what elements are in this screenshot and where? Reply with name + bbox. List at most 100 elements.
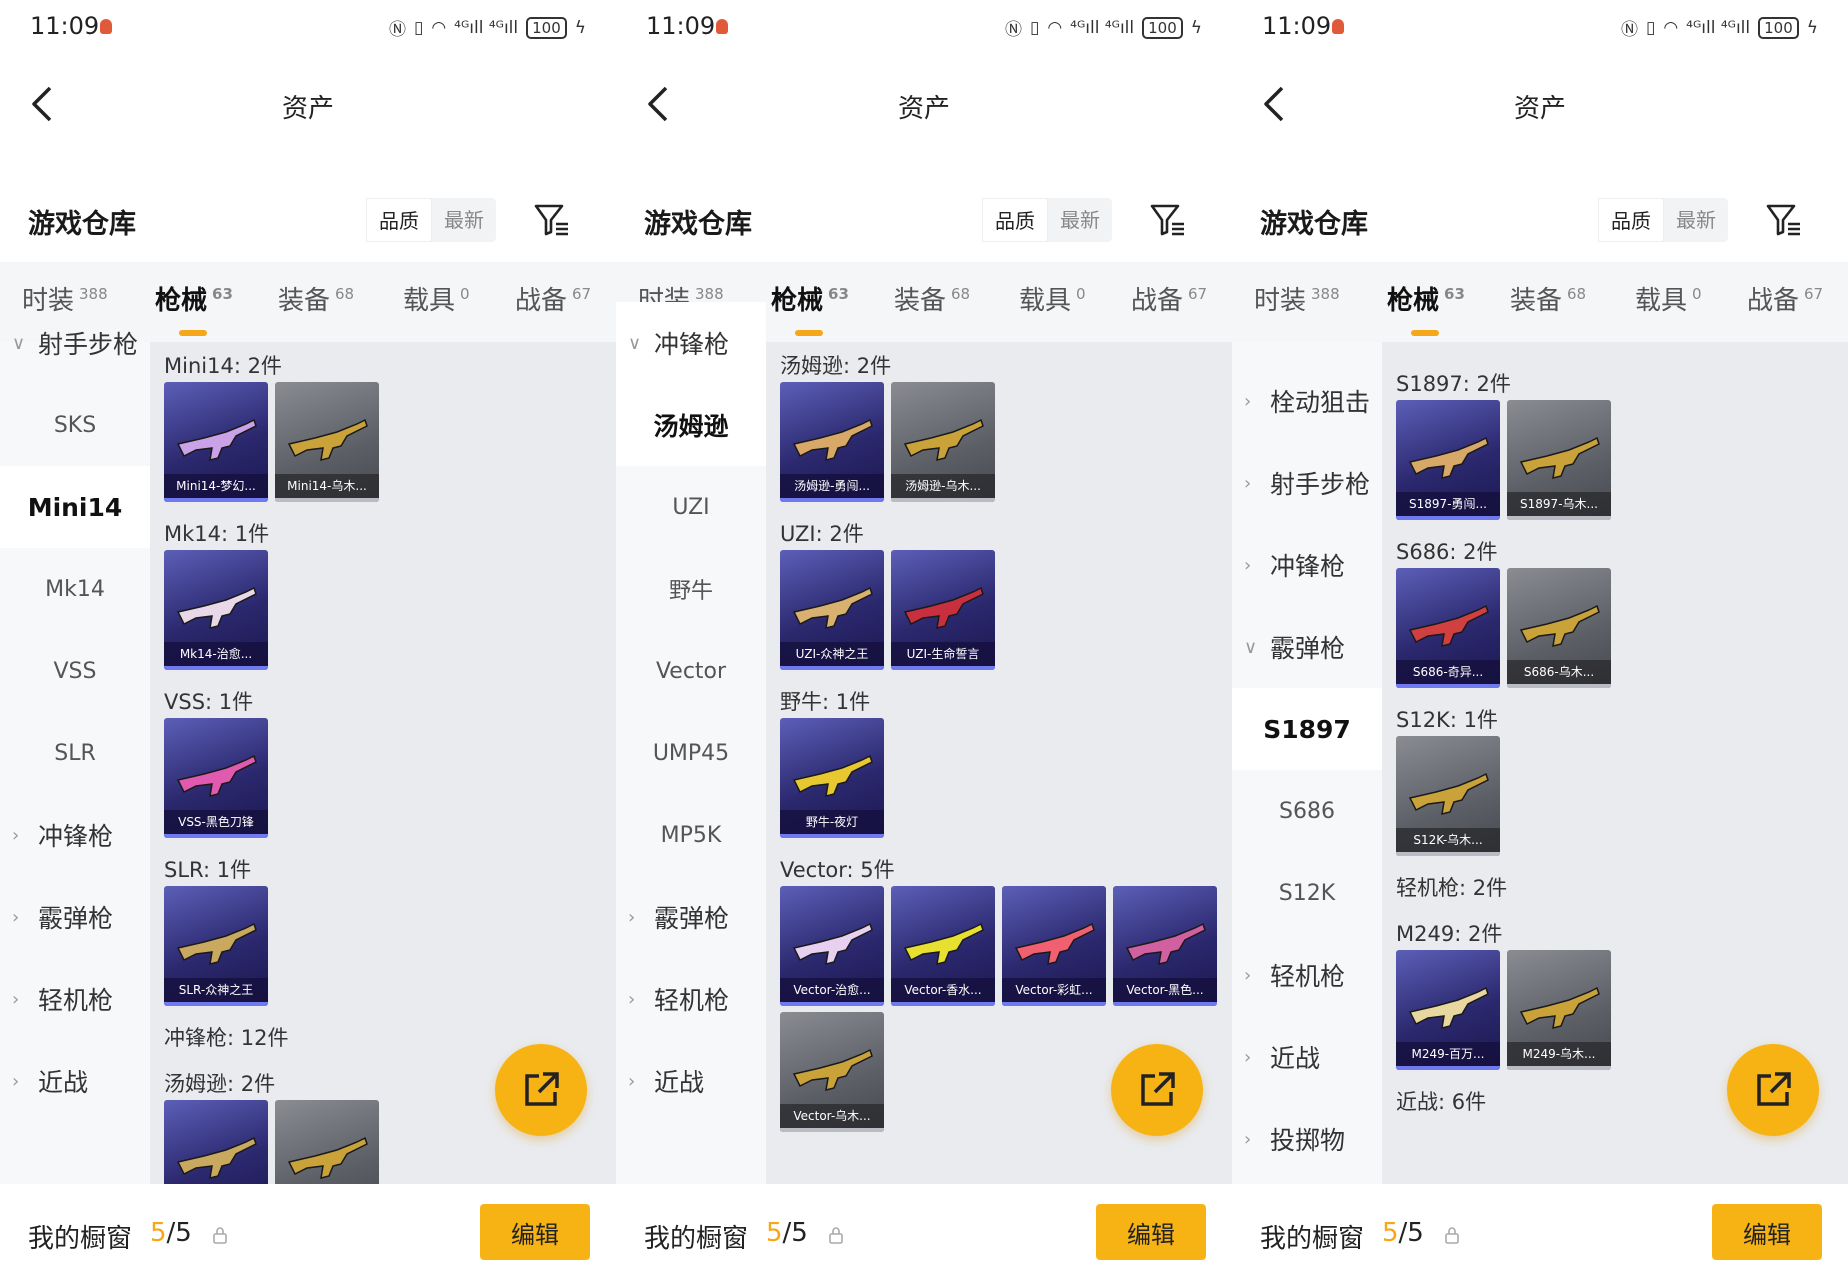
- section-title: 汤姆逊: 2件: [164, 1072, 276, 1096]
- sidebar-item[interactable]: › 轻机枪: [0, 958, 150, 1040]
- rarity-bar: [891, 1002, 995, 1006]
- skin-card[interactable]: Vector-治愈...: [780, 886, 884, 1006]
- sidebar-item[interactable]: MP5K: [616, 794, 766, 876]
- tab-2[interactable]: 装备 68: [278, 280, 354, 317]
- skin-card[interactable]: Mk14-治愈...: [164, 550, 268, 670]
- skin-card[interactable]: UZI-生命誓言: [891, 550, 995, 670]
- section-title: VSS: 1件: [164, 690, 254, 714]
- sidebar-item[interactable]: 野牛: [616, 548, 766, 630]
- rarity-bar: [275, 498, 379, 502]
- sidebar-item[interactable]: SLR: [0, 712, 150, 794]
- sort-latest-button[interactable]: 最新: [432, 198, 496, 242]
- tab-label: 载具: [403, 286, 456, 316]
- tab-2[interactable]: 装备 68: [894, 280, 970, 317]
- sidebar-item[interactable]: VSS: [0, 630, 150, 712]
- battery-icon: 100: [526, 16, 567, 39]
- share-button[interactable]: [1111, 1044, 1203, 1136]
- tab-0[interactable]: 时装 388: [1254, 280, 1340, 317]
- nfc-icon: Ⓝ: [1620, 20, 1638, 40]
- chevron-right-icon: ›: [1244, 1046, 1252, 1068]
- skin-card[interactable]: S12K-乌木...: [1396, 736, 1500, 856]
- sidebar-item[interactable]: › 冲锋枪: [1232, 524, 1382, 606]
- sidebar-item[interactable]: › 栓动狙击: [1232, 360, 1382, 442]
- skin-card[interactable]: 野牛-夜灯: [780, 718, 884, 838]
- sidebar-item-label: Mini14: [27, 492, 123, 522]
- sidebar-item[interactable]: › 近战: [1232, 1016, 1382, 1098]
- tab-3[interactable]: 载具 0: [1019, 280, 1086, 317]
- skin-card[interactable]: Mini14-梦幻...: [164, 382, 268, 502]
- sort-quality-button[interactable]: 品质: [982, 198, 1048, 242]
- filter-icon[interactable]: [532, 200, 572, 240]
- tab-2[interactable]: 装备 68: [1510, 280, 1586, 317]
- notification-icon: [716, 19, 728, 34]
- sort-quality-button[interactable]: 品质: [366, 198, 432, 242]
- edit-button[interactable]: 编辑: [1096, 1204, 1206, 1260]
- sidebar-item[interactable]: › 霰弹枪: [616, 876, 766, 958]
- filter-icon[interactable]: [1148, 200, 1188, 240]
- sidebar-item[interactable]: ∨ 冲锋枪: [616, 302, 766, 384]
- skin-card[interactable]: [164, 1100, 268, 1184]
- skin-card[interactable]: [275, 1100, 379, 1184]
- sidebar-item[interactable]: › 霰弹枪: [0, 876, 150, 958]
- sort-latest-button[interactable]: 最新: [1664, 198, 1728, 242]
- tab-1[interactable]: 枪械 63: [771, 280, 849, 336]
- sidebar-item[interactable]: Mini14: [0, 466, 150, 548]
- tab-3[interactable]: 载具 0: [1635, 280, 1702, 317]
- skin-card[interactable]: UZI-众神之王: [780, 550, 884, 670]
- skin-card[interactable]: Mini14-乌木...: [275, 382, 379, 502]
- sidebar-item[interactable]: ∨ 霰弹枪: [1232, 606, 1382, 688]
- edit-button[interactable]: 编辑: [480, 1204, 590, 1260]
- sort-quality-button[interactable]: 品质: [1598, 198, 1664, 242]
- sidebar-item[interactable]: S12K: [1232, 852, 1382, 934]
- tab-4[interactable]: 战备 67: [1747, 280, 1823, 317]
- skin-card[interactable]: Vector-香水...: [891, 886, 995, 1006]
- tab-1[interactable]: 枪械 63: [155, 280, 233, 336]
- lock-icon: [212, 1226, 228, 1244]
- weapon-icon: [792, 922, 873, 966]
- sidebar-item[interactable]: Vector: [616, 630, 766, 712]
- skin-card[interactable]: S1897-勇闯...: [1396, 400, 1500, 520]
- rarity-bar: [780, 1002, 884, 1006]
- signal-icon: ⁴ᴳıll ⁴ᴳıll: [454, 17, 519, 38]
- sidebar-item[interactable]: 汤姆逊: [616, 384, 766, 466]
- skin-card[interactable]: SLR-众神之王: [164, 886, 268, 1006]
- sidebar-item[interactable]: S686: [1232, 770, 1382, 852]
- skin-card[interactable]: S686-乌木...: [1507, 568, 1611, 688]
- sidebar-item[interactable]: › 投掷物: [1232, 1098, 1382, 1180]
- tab-4[interactable]: 战备 67: [515, 280, 591, 317]
- sidebar-item-label: 投掷物: [1270, 1126, 1346, 1155]
- sidebar-item[interactable]: › 近战: [616, 1040, 766, 1122]
- sidebar-item[interactable]: UMP45: [616, 712, 766, 794]
- sidebar-item[interactable]: S1897: [1232, 688, 1382, 770]
- sidebar-item[interactable]: › 射手步枪: [1232, 442, 1382, 524]
- skin-card[interactable]: M249-百万...: [1396, 950, 1500, 1070]
- sort-latest-button[interactable]: 最新: [1048, 198, 1112, 242]
- share-button[interactable]: [495, 1044, 587, 1136]
- skin-card[interactable]: Vector-乌木...: [780, 1012, 884, 1132]
- skin-card[interactable]: Vector-黑色...: [1113, 886, 1217, 1006]
- sidebar-item[interactable]: Mk14: [0, 548, 150, 630]
- skin-card[interactable]: VSS-黑色刀锋: [164, 718, 268, 838]
- skin-card[interactable]: Vector-彩虹...: [1002, 886, 1106, 1006]
- sidebar-item[interactable]: › 轻机枪: [1232, 934, 1382, 1016]
- tab-3[interactable]: 载具 0: [403, 280, 470, 317]
- skin-card[interactable]: 汤姆逊-勇闯...: [780, 382, 884, 502]
- skin-card[interactable]: S686-奇异...: [1396, 568, 1500, 688]
- tab-1[interactable]: 枪械 63: [1387, 280, 1465, 336]
- edit-button[interactable]: 编辑: [1712, 1204, 1822, 1260]
- skin-card[interactable]: S1897-乌木...: [1507, 400, 1611, 520]
- sidebar-item[interactable]: › 近战: [0, 1040, 150, 1122]
- skin-card[interactable]: M249-乌木...: [1507, 950, 1611, 1070]
- section-title: S686: 2件: [1396, 540, 1498, 564]
- share-button[interactable]: [1727, 1044, 1819, 1136]
- sidebar-item-label: S12K: [1278, 880, 1336, 906]
- skin-card[interactable]: 汤姆逊-乌木...: [891, 382, 995, 502]
- sidebar-item[interactable]: UZI: [616, 466, 766, 548]
- sidebar-item[interactable]: SKS: [0, 384, 150, 466]
- sidebar-item[interactable]: ∨ 射手步枪: [0, 302, 150, 384]
- filter-icon[interactable]: [1764, 200, 1804, 240]
- sidebar-item[interactable]: › 轻机枪: [616, 958, 766, 1040]
- tab-4[interactable]: 战备 67: [1131, 280, 1207, 317]
- sidebar-item[interactable]: › 冲锋枪: [0, 794, 150, 876]
- share-icon: [1141, 1072, 1175, 1106]
